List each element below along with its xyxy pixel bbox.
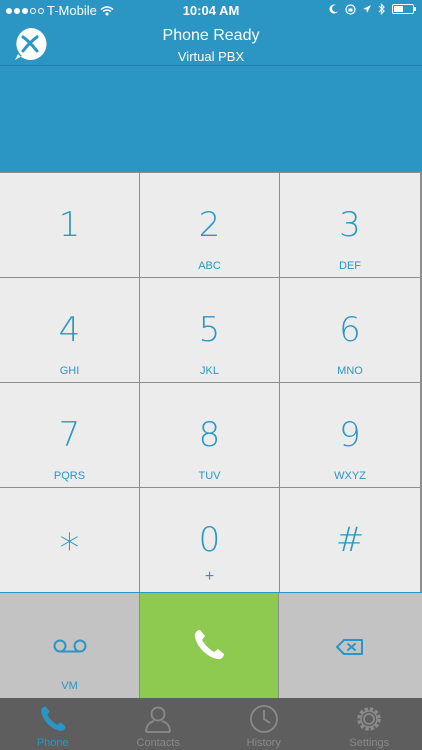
- phone-handset-icon: [194, 630, 224, 660]
- key-digit: 3: [339, 205, 361, 245]
- app-header: Phone Ready Virtual PBX: [0, 22, 422, 66]
- dialed-number-display: [0, 66, 422, 172]
- key-2[interactable]: 2 ABC: [140, 173, 279, 277]
- status-right: [329, 3, 416, 15]
- key-0[interactable]: 0 +: [140, 488, 279, 592]
- key-digit: 2: [198, 205, 221, 245]
- rotation-lock-icon: [345, 3, 356, 15]
- key-letters: WXYZ: [334, 470, 366, 482]
- key-letters: DEF: [339, 260, 361, 272]
- tab-contacts[interactable]: Contacts: [106, 698, 212, 750]
- page-subtitle: Virtual PBX: [177, 49, 245, 64]
- tab-phone[interactable]: Phone: [0, 698, 106, 750]
- key-9[interactable]: 9 WXYZ: [280, 383, 420, 487]
- location-icon: [363, 5, 371, 13]
- status-bar: T-Mobile 10:04 AM: [0, 0, 422, 22]
- key-6[interactable]: 6 MNO: [280, 278, 420, 382]
- key-1[interactable]: 1: [0, 173, 139, 277]
- bluetooth-icon: [378, 3, 385, 15]
- key-hash[interactable]: #: [280, 488, 420, 592]
- voicemail-label: VM: [61, 680, 78, 692]
- tab-label: History: [246, 737, 281, 749]
- moon-icon: [329, 4, 338, 14]
- phone-icon: [40, 706, 66, 731]
- action-row: VM: [0, 593, 422, 698]
- tab-history[interactable]: History: [211, 698, 317, 750]
- key-letters: TUV: [198, 470, 221, 482]
- gear-icon: [357, 707, 381, 731]
- delete-button[interactable]: [279, 593, 422, 698]
- key-digit: #: [335, 520, 365, 560]
- tab-label: Phone: [36, 737, 69, 749]
- voicemail-button[interactable]: VM: [0, 593, 140, 698]
- key-digit: 8: [198, 415, 221, 455]
- key-plus: +: [204, 568, 215, 585]
- key-letters: GHI: [59, 365, 80, 377]
- key-star[interactable]: *: [0, 488, 139, 592]
- key-5[interactable]: 5 JKL: [140, 278, 279, 382]
- tab-label: Settings: [349, 737, 390, 749]
- key-digit: *: [59, 526, 80, 572]
- contacts-icon: [145, 706, 172, 733]
- tab-label: Contacts: [136, 737, 180, 749]
- tab-bar: Phone Contacts History Settings: [0, 698, 422, 750]
- key-8[interactable]: 8 TUV: [140, 383, 279, 487]
- key-digit: 0: [198, 520, 221, 560]
- clock-icon: [249, 705, 278, 733]
- key-digit: 6: [339, 310, 361, 350]
- key-7[interactable]: 7 PQRS: [0, 383, 139, 487]
- key-letters: ABC: [198, 260, 221, 272]
- dial-keypad: 1 2 ABC 3 DEF 4 GHI 5 JKL 6 MNO 7 PQRS 8…: [0, 172, 422, 592]
- key-letters: MNO: [337, 365, 363, 377]
- call-button[interactable]: [140, 593, 279, 698]
- key-digit: 9: [339, 415, 361, 455]
- backspace-icon: [336, 639, 363, 655]
- key-letters: JKL: [200, 365, 219, 377]
- key-3[interactable]: 3 DEF: [280, 173, 420, 277]
- key-letters: PQRS: [53, 470, 86, 482]
- voicemail-icon: [53, 639, 87, 653]
- battery-icon: [392, 4, 416, 14]
- key-digit: 7: [58, 415, 81, 455]
- key-4[interactable]: 4 GHI: [0, 278, 139, 382]
- key-digit: 4: [58, 310, 81, 350]
- key-digit: 5: [198, 310, 221, 350]
- key-digit: 1: [58, 205, 81, 245]
- page-title: Phone Ready: [162, 27, 260, 44]
- tab-settings[interactable]: Settings: [317, 698, 422, 750]
